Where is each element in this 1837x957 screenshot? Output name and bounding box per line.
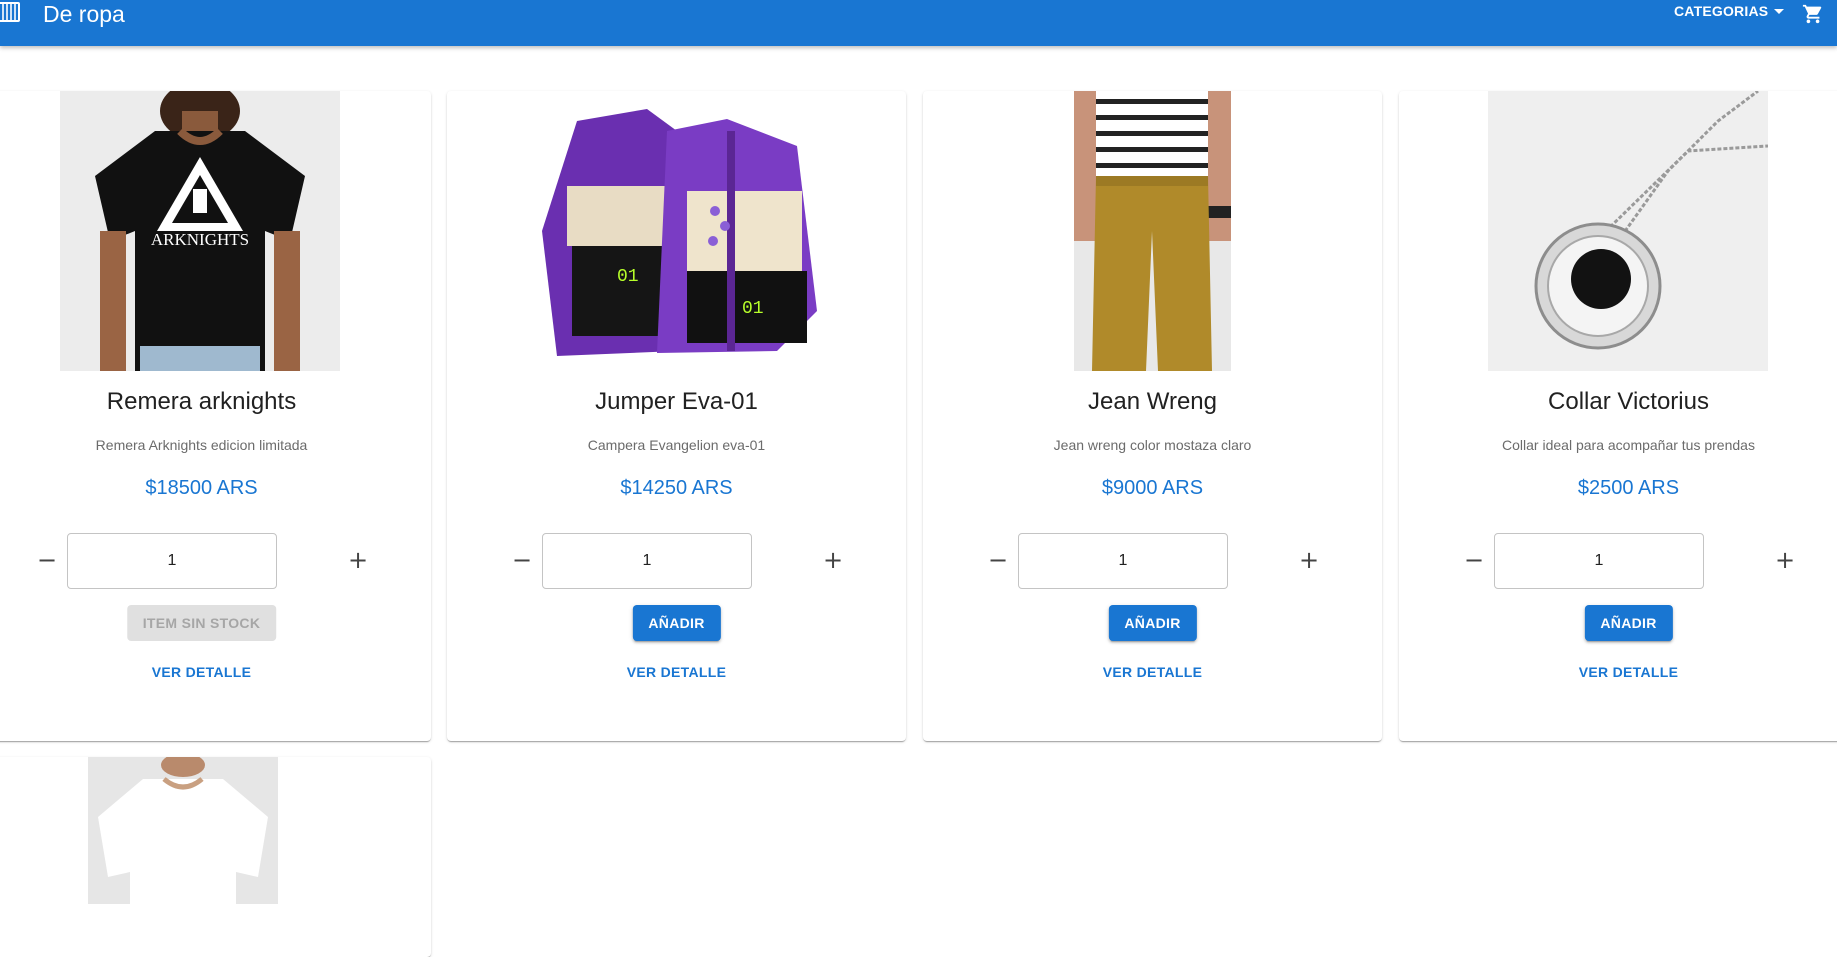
add-to-cart-button[interactable]: AÑADIR — [1584, 605, 1673, 641]
shirt-print-text: ARKNIGHTS — [151, 230, 249, 249]
quantity-input[interactable] — [1018, 533, 1228, 589]
product-description: Remera Arknights edicion limitada — [95, 437, 308, 453]
product-description: Collar ideal para acompañar tus prendas — [1502, 437, 1755, 453]
quantity-stepper: − + — [447, 533, 906, 589]
increase-quantity-button[interactable]: + — [1296, 548, 1322, 574]
view-detail-link[interactable]: VER DETALLE — [447, 664, 906, 680]
product-description: Campera Evangelion eva-01 — [587, 437, 766, 453]
necklace-image — [1488, 91, 1768, 371]
product-card: ARKNIGHTS Remera arknights Remera Arknig… — [0, 91, 431, 741]
svg-text:01: 01 — [742, 299, 764, 319]
view-detail-link[interactable]: VER DETALLE — [1399, 664, 1837, 680]
product-card: Collar Victorius Collar ideal para acomp… — [1399, 91, 1837, 741]
product-title: Jumper Eva-01 — [595, 388, 758, 415]
product-card: 01 01 Jumper Eva-01 Campera Evangelion e… — [447, 91, 906, 741]
view-detail-link[interactable]: VER DETALLE — [923, 664, 1382, 680]
product-title: Collar Victorius — [1548, 388, 1709, 415]
increase-quantity-button[interactable]: + — [345, 548, 371, 574]
quantity-stepper: − + — [923, 533, 1382, 589]
black-tshirt-image: ARKNIGHTS — [60, 91, 340, 371]
purple-jacket-image: 01 01 — [527, 91, 827, 371]
categories-label: CATEGORIAS — [1674, 3, 1769, 19]
decrease-quantity-button[interactable]: − — [1461, 548, 1487, 574]
add-to-cart-button[interactable]: AÑADIR — [1108, 605, 1197, 641]
svg-text:01: 01 — [617, 267, 639, 287]
shopping-cart-icon[interactable] — [1801, 3, 1825, 25]
product-title: Remera arknights — [106, 388, 297, 415]
product-price: $14250 ARS — [620, 477, 733, 499]
add-to-cart-button[interactable]: AÑADIR — [632, 605, 721, 641]
app-bar: De ropa CATEGORIAS — [0, 0, 1837, 46]
store-logo-icon[interactable] — [0, 0, 24, 26]
product-price: $9000 ARS — [1101, 477, 1204, 499]
product-card — [0, 757, 431, 957]
quantity-stepper: − + — [0, 533, 431, 589]
quantity-stepper: − + — [1399, 533, 1837, 589]
decrease-quantity-button[interactable]: − — [34, 548, 60, 574]
decrease-quantity-button[interactable]: − — [985, 548, 1011, 574]
brand-title[interactable]: De ropa — [43, 0, 125, 28]
decrease-quantity-button[interactable]: − — [509, 548, 535, 574]
product-price: $18500 ARS — [145, 477, 258, 499]
out-of-stock-button: ITEM SIN STOCK — [126, 605, 277, 641]
dropdown-caret-icon — [1774, 8, 1785, 14]
product-title: Jean Wreng — [1088, 388, 1217, 415]
increase-quantity-button[interactable]: + — [820, 548, 846, 574]
quantity-input[interactable] — [67, 533, 277, 589]
product-price: $2500 ARS — [1577, 477, 1680, 499]
view-detail-link[interactable]: VER DETALLE — [0, 664, 431, 680]
increase-quantity-button[interactable]: + — [1772, 548, 1798, 574]
quantity-input[interactable] — [1494, 533, 1704, 589]
white-tshirt-image — [88, 757, 278, 904]
product-card: Jean Wreng Jean wreng color mostaza clar… — [923, 91, 1382, 741]
quantity-input[interactable] — [542, 533, 752, 589]
product-description: Jean wreng color mostaza claro — [1053, 437, 1252, 453]
mustard-jeans-image — [1074, 91, 1231, 371]
categories-menu-button[interactable]: CATEGORIAS — [1674, 3, 1785, 19]
